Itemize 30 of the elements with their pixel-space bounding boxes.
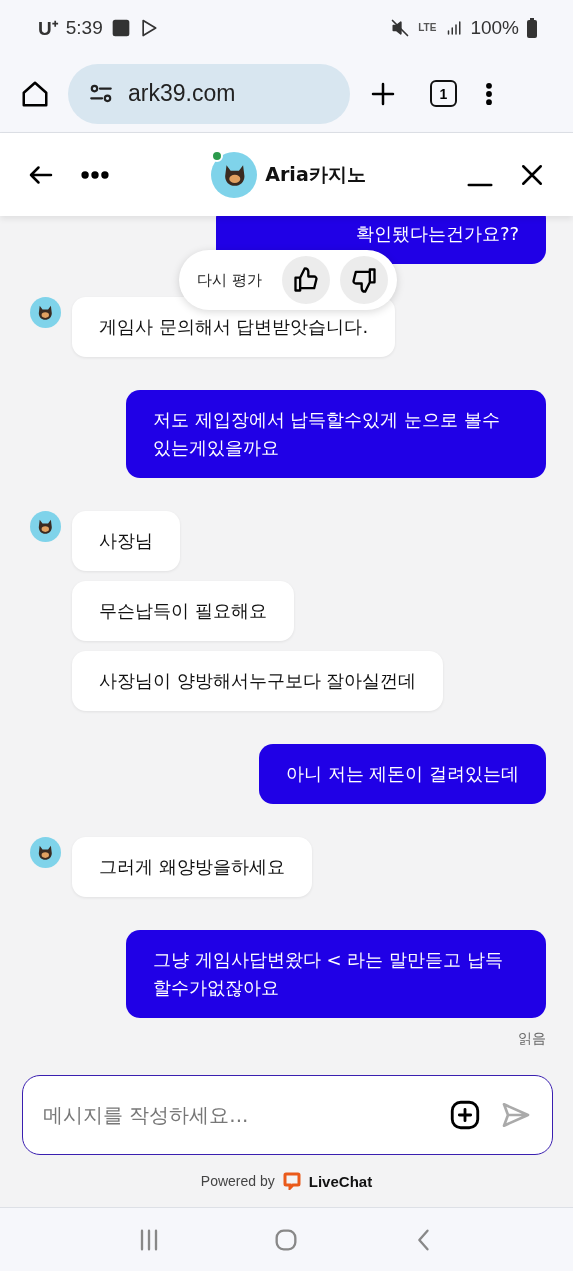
thumbs-up-button[interactable] bbox=[281, 256, 330, 304]
user-message: 저도 제입장에서 납득할수있게 눈으로 볼수 있는게있을까요 bbox=[126, 390, 546, 478]
agent-message: 그러게 왜양방을하세요 bbox=[72, 837, 312, 897]
carrier-label: U⁺ bbox=[38, 16, 58, 41]
powered-by-label: Powered by bbox=[200, 1173, 275, 1189]
mute-icon bbox=[390, 17, 411, 38]
rating-label: 다시 평가 bbox=[197, 270, 262, 290]
user-message: 아니 저는 제돈이 걸려있는데 bbox=[258, 744, 546, 804]
brand-name: LiveChat bbox=[308, 1172, 373, 1190]
battery-icon bbox=[527, 17, 537, 38]
url-text: ark39.com bbox=[128, 80, 236, 107]
thumbs-down-button[interactable] bbox=[339, 256, 388, 304]
dog-avatar-icon bbox=[36, 517, 55, 536]
dog-avatar-icon bbox=[36, 303, 55, 322]
agent-message: 사장님이 양방해서누구보다 잘아실껀데 bbox=[72, 651, 444, 711]
tab-count-button[interactable]: 1 bbox=[430, 80, 457, 107]
dog-avatar-icon bbox=[36, 843, 55, 862]
attach-plus-icon[interactable] bbox=[448, 1098, 482, 1132]
agent-message: 무슨납득이 필요해요 bbox=[72, 581, 294, 641]
clock-time: 5:39 bbox=[65, 16, 103, 39]
read-receipt: 읽음 bbox=[518, 1030, 546, 1048]
chat-bubble-logo-icon bbox=[282, 1172, 301, 1190]
agent-message: 사장님 bbox=[72, 511, 180, 571]
thumbs-down-icon bbox=[349, 266, 378, 294]
chat-title: Aria카지노 bbox=[265, 161, 366, 187]
user-message: 그냥 게임사답변왔다 < 라는 말만듣고 납득할수가없잖아요 bbox=[126, 930, 546, 1018]
address-bar[interactable]: ark39.com bbox=[68, 63, 350, 124]
battery-level: 100% bbox=[470, 16, 519, 39]
thumbs-up-icon bbox=[291, 266, 320, 294]
network-label: LTE bbox=[418, 22, 437, 33]
